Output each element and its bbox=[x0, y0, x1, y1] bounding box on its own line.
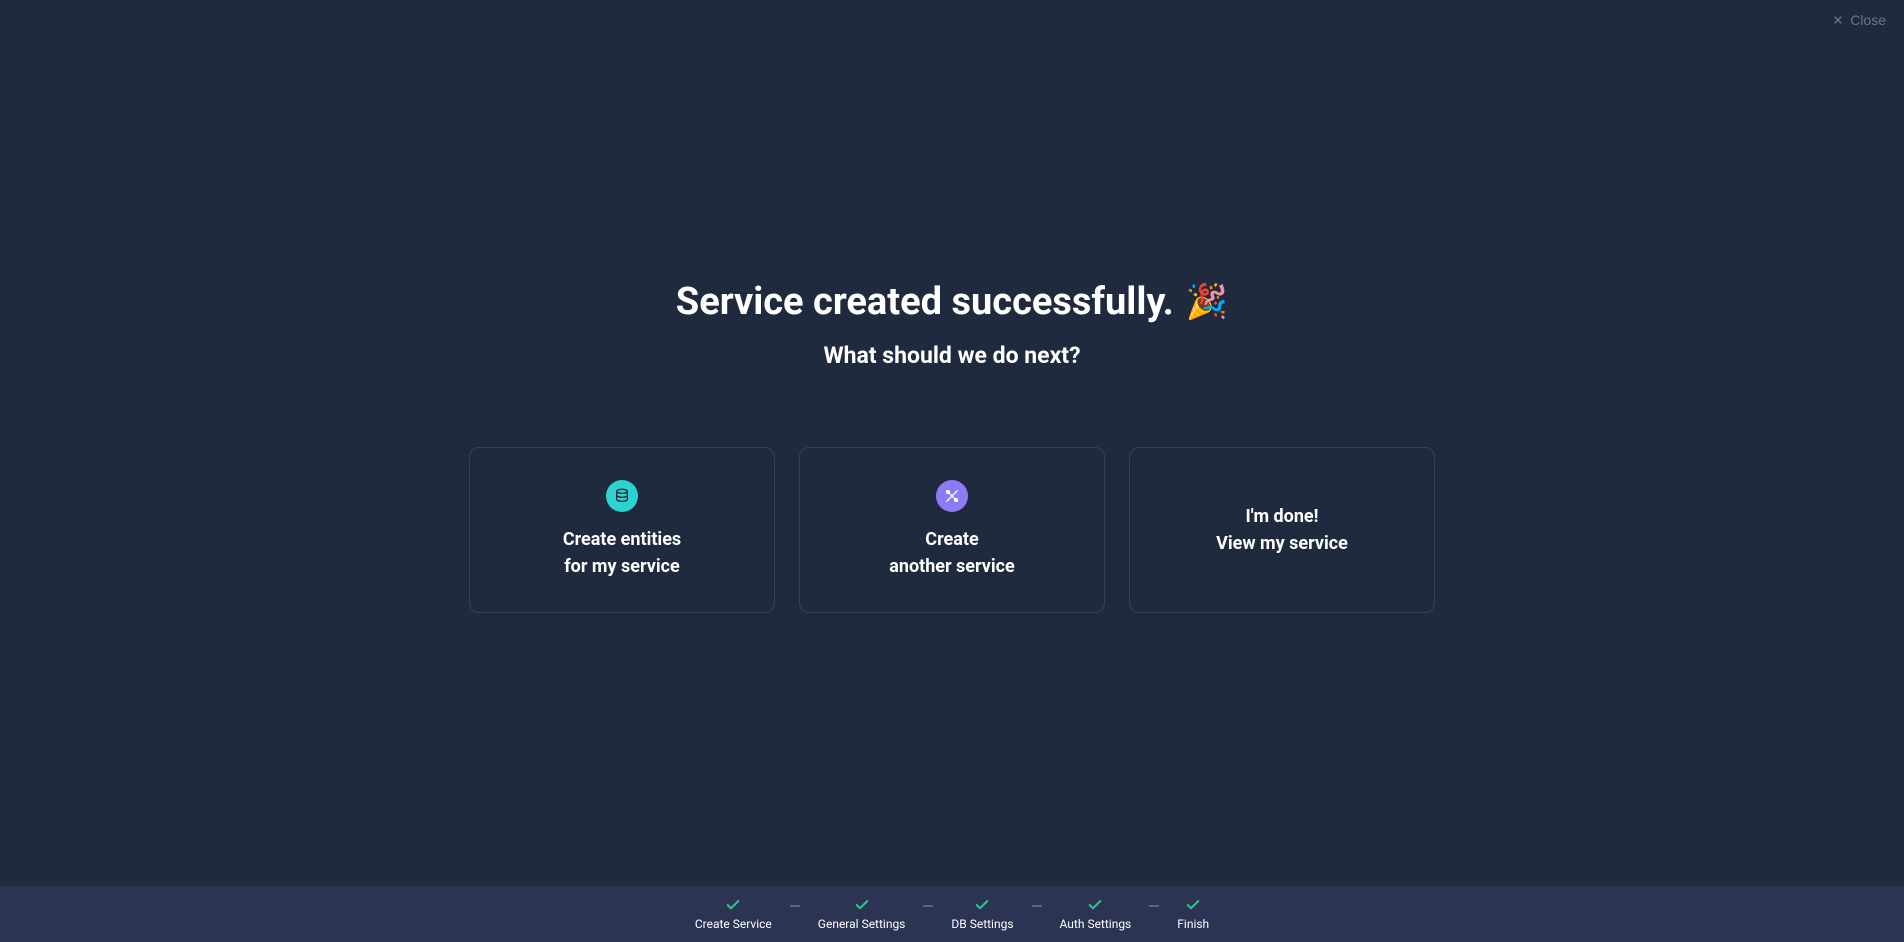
database-icon-circle bbox=[606, 480, 638, 512]
close-icon bbox=[1832, 14, 1844, 26]
progress-separator bbox=[1032, 905, 1042, 907]
progress-label-auth-settings: Auth Settings bbox=[1060, 917, 1132, 931]
check-icon bbox=[1185, 897, 1201, 913]
progress-step-auth-settings: Auth Settings bbox=[1060, 897, 1132, 931]
progress-label-db-settings: DB Settings bbox=[951, 917, 1013, 931]
progress-step-create-service: Create Service bbox=[695, 897, 772, 931]
close-button[interactable]: Close bbox=[1832, 12, 1886, 28]
create-another-text: Create another service bbox=[889, 526, 1015, 580]
progress-separator bbox=[1149, 905, 1159, 907]
party-emoji: 🎉 bbox=[1186, 282, 1228, 322]
progress-separator bbox=[923, 905, 933, 907]
title-text: Service created successfully. bbox=[676, 280, 1174, 324]
tools-icon bbox=[944, 488, 960, 504]
check-icon bbox=[974, 897, 990, 913]
close-label: Close bbox=[1850, 12, 1886, 28]
create-another-line2: another service bbox=[889, 553, 1015, 580]
progress-label-general-settings: General Settings bbox=[818, 917, 906, 931]
progress-step-db-settings: DB Settings bbox=[951, 897, 1013, 931]
progress-bar: Create Service General Settings DB Setti… bbox=[0, 886, 1904, 942]
progress-label-create-service: Create Service bbox=[695, 917, 772, 931]
create-entities-line1: Create entities bbox=[563, 526, 681, 553]
create-entities-text: Create entities for my service bbox=[563, 526, 681, 580]
check-icon bbox=[725, 897, 741, 913]
create-another-line1: Create bbox=[889, 526, 1015, 553]
options-row: Create entities for my service Create an… bbox=[469, 447, 1435, 613]
create-another-card[interactable]: Create another service bbox=[799, 447, 1105, 613]
check-icon bbox=[1087, 897, 1103, 913]
database-icon bbox=[614, 488, 630, 504]
done-line1: I'm done! bbox=[1216, 503, 1348, 530]
progress-step-finish: Finish bbox=[1177, 897, 1209, 931]
progress-label-finish: Finish bbox=[1177, 917, 1209, 931]
done-card[interactable]: I'm done! View my service bbox=[1129, 447, 1435, 613]
done-text: I'm done! View my service bbox=[1216, 503, 1348, 557]
tools-icon-circle bbox=[936, 480, 968, 512]
progress-step-general-settings: General Settings bbox=[818, 897, 906, 931]
done-line2: View my service bbox=[1216, 530, 1348, 557]
page-title: Service created successfully. 🎉 bbox=[676, 280, 1228, 324]
create-entities-line2: for my service bbox=[563, 553, 681, 580]
main-content: Service created successfully. 🎉 What sho… bbox=[0, 0, 1904, 613]
create-entities-card[interactable]: Create entities for my service bbox=[469, 447, 775, 613]
check-icon bbox=[854, 897, 870, 913]
page-subtitle: What should we do next? bbox=[823, 342, 1080, 369]
progress-separator bbox=[790, 905, 800, 907]
